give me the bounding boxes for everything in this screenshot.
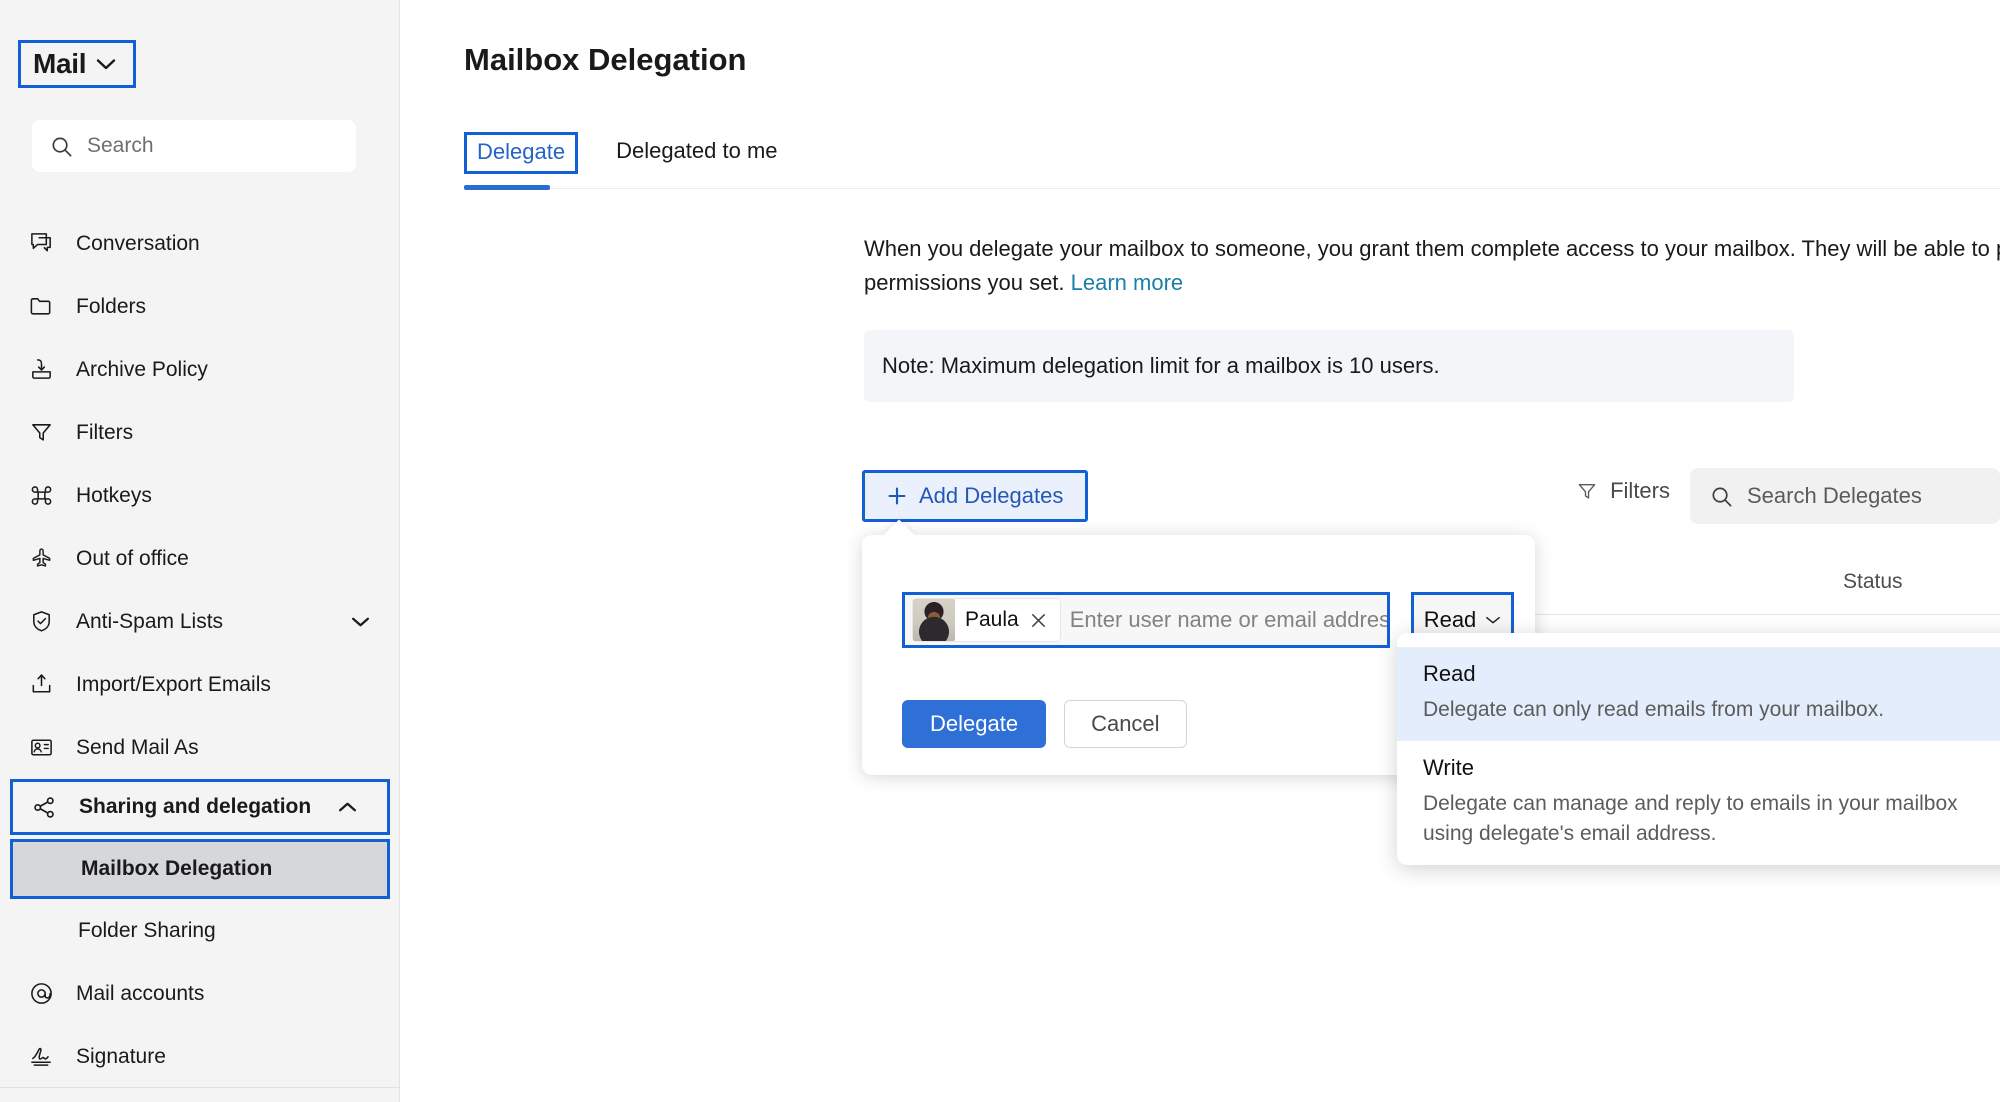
sidebar-item-label: Out of office <box>76 547 189 571</box>
sidebar-subitem-label: Folder Sharing <box>78 919 216 943</box>
sidebar-item-label: Sharing and delegation <box>79 795 311 819</box>
delegate-recipient-field[interactable]: Paula Enter user name or email address <box>902 592 1390 648</box>
filter-icon <box>28 420 54 446</box>
delegate-button[interactable]: Delegate <box>902 700 1046 748</box>
popover-actions: Delegate Cancel <box>902 700 1187 748</box>
sidebar-item-hotkeys[interactable]: Hotkeys <box>0 464 400 527</box>
at-icon <box>28 981 54 1007</box>
main-content: Mailbox Delegation Delegate Delegated to… <box>400 0 2000 1102</box>
permission-dropdown-menu: Read Delegate can only read emails from … <box>1397 633 2000 865</box>
chevron-down-icon <box>1485 615 1501 625</box>
plus-icon <box>887 486 907 506</box>
option-title: Write <box>1423 755 2000 781</box>
search-icon <box>50 135 73 158</box>
option-title: Read <box>1423 661 2000 687</box>
note-banner: Note: Maximum delegation limit for a mai… <box>864 330 1794 402</box>
permission-selected-value: Read <box>1424 607 1477 633</box>
sidebar-item-conversation[interactable]: Conversation <box>0 212 400 275</box>
sidebar-item-label: Conversation <box>76 232 200 256</box>
search-input[interactable]: Search <box>32 120 356 172</box>
app-root: Mail Search Conversation Fold <box>0 0 2000 1102</box>
page-title: Mailbox Delegation <box>464 42 746 78</box>
sidebar-item-send-mail-as[interactable]: Send Mail As <box>0 716 400 779</box>
search-delegates-placeholder: Search Delegates <box>1747 483 1922 509</box>
airplane-icon <box>28 546 54 572</box>
sidebar-item-anti-spam-lists[interactable]: Anti-Spam Lists <box>0 590 400 653</box>
sidebar-item-filters[interactable]: Filters <box>0 401 400 464</box>
filters-label: Filters <box>1610 478 1670 504</box>
sidebar-item-label: Send Mail As <box>76 736 199 760</box>
avatar <box>913 599 955 641</box>
learn-more-link[interactable]: Learn more <box>1071 270 1184 295</box>
conversation-icon <box>28 231 54 257</box>
tab-delegated-to-me[interactable]: Delegated to me <box>612 132 781 174</box>
search-icon <box>1710 485 1733 508</box>
search-delegates-input[interactable]: Search Delegates <box>1690 468 2000 524</box>
dropdown-option-write[interactable]: Write Delegate can manage and reply to e… <box>1397 741 2000 865</box>
column-header-status: Status <box>1843 570 1903 594</box>
sidebar-subitem-label: Mailbox Delegation <box>81 857 272 881</box>
sidebar-item-label: Signature <box>76 1045 166 1069</box>
sidebar-item-sharing-and-delegation[interactable]: Sharing and delegation <box>10 779 390 835</box>
tabs-divider <box>464 188 2000 189</box>
chevron-down-icon <box>96 58 116 71</box>
note-text: Note: Maximum delegation limit for a mai… <box>882 353 1440 379</box>
add-delegates-label: Add Delegates <box>919 483 1063 509</box>
sidebar: Mail Search Conversation Fold <box>0 0 400 1102</box>
sidebar-item-out-of-office[interactable]: Out of office <box>0 527 400 590</box>
chip-name: Paula <box>965 608 1019 632</box>
sidebar-item-folders[interactable]: Folders <box>0 275 400 338</box>
app-switcher-label: Mail <box>33 48 86 80</box>
tab-bar: Delegate Delegated to me <box>464 132 782 174</box>
command-icon <box>28 483 54 509</box>
filters-button[interactable]: Filters <box>1576 478 1670 504</box>
sidebar-item-signature[interactable]: Signature <box>0 1025 400 1088</box>
signature-icon <box>28 1044 54 1070</box>
description-body: When you delegate your mailbox to someon… <box>864 236 2000 295</box>
import-export-icon <box>28 672 54 698</box>
recipient-placeholder: Enter user name or email address <box>1070 607 1390 633</box>
app-switcher[interactable]: Mail <box>18 40 136 88</box>
archive-icon <box>28 357 54 383</box>
share-icon <box>31 794 57 820</box>
sidebar-item-label: Hotkeys <box>76 484 152 508</box>
chevron-down-icon[interactable] <box>351 616 370 628</box>
sidebar-item-label: Filters <box>76 421 133 445</box>
tab-delegate[interactable]: Delegate <box>464 132 578 174</box>
delegate-chip-paula[interactable]: Paula <box>913 599 1060 641</box>
cancel-button[interactable]: Cancel <box>1064 700 1186 748</box>
tab-active-indicator <box>464 185 550 190</box>
sidebar-nav: Conversation Folders Archive Policy Filt… <box>0 212 400 1088</box>
sidebar-item-label: Archive Policy <box>76 358 208 382</box>
sidebar-item-archive-policy[interactable]: Archive Policy <box>0 338 400 401</box>
sidebar-item-label: Mail accounts <box>76 982 204 1006</box>
sidebar-item-label: Anti-Spam Lists <box>76 610 223 634</box>
sidebar-item-mail-accounts[interactable]: Mail accounts <box>0 962 400 1025</box>
description-text: When you delegate your mailbox to someon… <box>864 232 2000 300</box>
sidebar-bottom-divider <box>0 1087 400 1088</box>
sidebar-item-label: Import/Export Emails <box>76 673 271 697</box>
search-placeholder: Search <box>87 134 154 158</box>
sidebar-item-mailbox-delegation[interactable]: Mailbox Delegation <box>10 839 390 899</box>
tab-label: Delegated to me <box>616 138 777 163</box>
option-description: Delegate can only read emails from your … <box>1423 695 2000 725</box>
add-delegates-button[interactable]: Add Delegates <box>862 470 1088 522</box>
chevron-up-icon[interactable] <box>338 801 357 813</box>
contact-card-icon <box>28 735 54 761</box>
sidebar-item-folder-sharing[interactable]: Folder Sharing <box>10 899 390 962</box>
sidebar-item-label: Folders <box>76 295 146 319</box>
close-icon[interactable] <box>1029 611 1048 630</box>
tab-label: Delegate <box>477 139 565 164</box>
sidebar-item-import-export-emails[interactable]: Import/Export Emails <box>0 653 400 716</box>
filter-icon <box>1576 480 1598 502</box>
folder-icon <box>28 294 54 320</box>
option-description: Delegate can manage and reply to emails … <box>1423 789 2000 849</box>
shield-check-icon <box>28 609 54 635</box>
dropdown-option-read[interactable]: Read Delegate can only read emails from … <box>1397 647 2000 741</box>
